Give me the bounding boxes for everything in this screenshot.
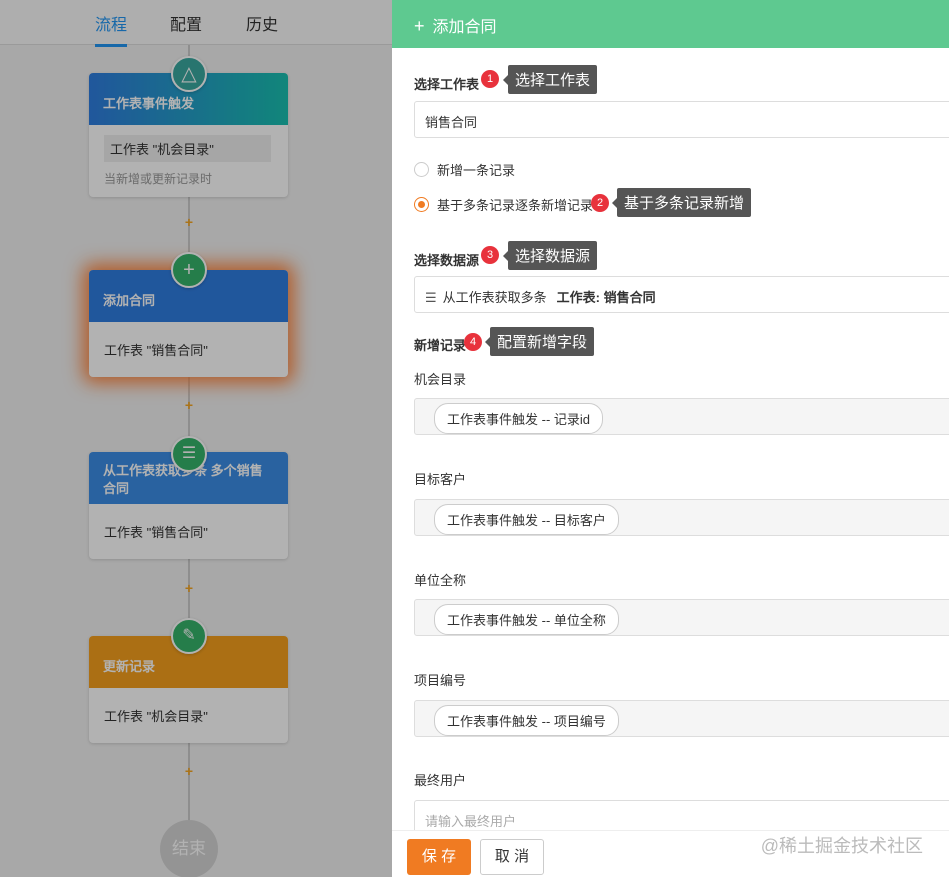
annotation-badge-1: 1 [481,70,499,88]
add-contract-card-sheet: 工作表 "销售合同" [104,343,208,358]
flow-panel: 流程 配置 历史 △ 工作表事件触发 工作表 "机会目录" 当新增或更新记录时 … [0,0,392,877]
new-record-label: 新增记录 [414,338,467,353]
field-chip[interactable]: 工作表事件触发 -- 单位全称 [434,604,619,635]
fetch-icon: ☰ [171,436,207,472]
field-company[interactable]: 工作表事件触发 -- 单位全称 [414,599,949,636]
radio-single-label: 新增一条记录 [437,163,516,178]
radio-multi-label: 基于多条记录逐条新增记录 [437,198,594,213]
trigger-icon: △ [171,56,207,92]
fetch-card-sheet: 工作表 "销售合同" [104,525,208,540]
source-text: 从工作表获取多条 [442,290,547,305]
radio-multi-record[interactable]: 基于多条记录逐条新增记录 [414,195,593,214]
tab-flow[interactable]: 流程 [95,11,128,47]
config-panel: + 添加合同 选择工作表 1 选择工作表 销售合同 新增一条记录 基于多条记录逐条… [392,0,949,877]
add-step-button[interactable]: + [183,581,195,595]
annotation-badge-4: 4 [464,333,482,351]
select-sheet-label: 选择工作表 [414,77,480,92]
cancel-button[interactable]: 取 消 [480,839,544,875]
field-chip[interactable]: 工作表事件触发 -- 目标客户 [434,504,619,535]
radio-single-record[interactable]: 新增一条记录 [414,160,515,179]
field-label-end-user: 最终用户 [414,773,467,788]
add-icon: + [171,252,207,288]
select-source-field[interactable]: ☰ 从工作表获取多条 工作表: 销售合同 [414,276,949,313]
add-step-button[interactable]: + [183,764,195,778]
annotation-badge-2: 2 [591,194,609,212]
flow-tabs: 流程 配置 历史 [0,0,392,47]
tab-history[interactable]: 历史 [246,11,278,35]
field-label-project: 项目编号 [414,673,467,688]
search-list-icon: ☰ [425,290,437,305]
annotation-tip-1: 选择工作表 [502,65,598,94]
add-step-button[interactable]: + [183,215,195,229]
annotation-tip-2: 基于多条记录新增 [611,188,752,217]
field-label-opportunity: 机会目录 [414,372,467,387]
radio-button-selected[interactable] [414,197,429,212]
field-customer[interactable]: 工作表事件触发 -- 目标客户 [414,499,949,536]
update-card-sheet: 工作表 "机会目录" [104,709,208,724]
panel-title: 添加合同 [432,19,497,36]
radio-button[interactable] [414,162,429,177]
trigger-card-desc: 当新增或更新记录时 [104,172,213,186]
add-step-button[interactable]: + [183,398,195,412]
field-label-customer: 目标客户 [414,472,467,487]
source-sheet: 工作表: 销售合同 [556,290,656,305]
annotation-badge-3: 3 [481,246,499,264]
annotation-tip-3: 选择数据源 [502,241,598,270]
save-button[interactable]: 保 存 [407,839,471,875]
field-chip[interactable]: 工作表事件触发 -- 项目编号 [434,705,619,736]
end-node: 结束 [160,820,218,877]
annotation-tip-4: 配置新增字段 [484,327,595,356]
select-source-label: 选择数据源 [414,253,480,268]
field-chip[interactable]: 工作表事件触发 -- 记录id [434,403,604,434]
end-user-placeholder: 请输入最终用户 [425,814,517,829]
select-sheet-field[interactable]: 销售合同 [414,101,949,138]
panel-header: + 添加合同 [392,0,949,48]
field-label-company: 单位全称 [414,573,467,588]
field-project[interactable]: 工作表事件触发 -- 项目编号 [414,700,949,737]
tab-config[interactable]: 配置 [170,11,202,35]
plus-icon: + [414,16,425,36]
trigger-card-sheet: 工作表 "机会目录" [104,135,271,162]
field-opportunity[interactable]: 工作表事件触发 -- 记录id [414,398,949,435]
watermark: @稀土掘金技术社区 [760,836,923,856]
edit-icon: ✎ [171,618,207,654]
